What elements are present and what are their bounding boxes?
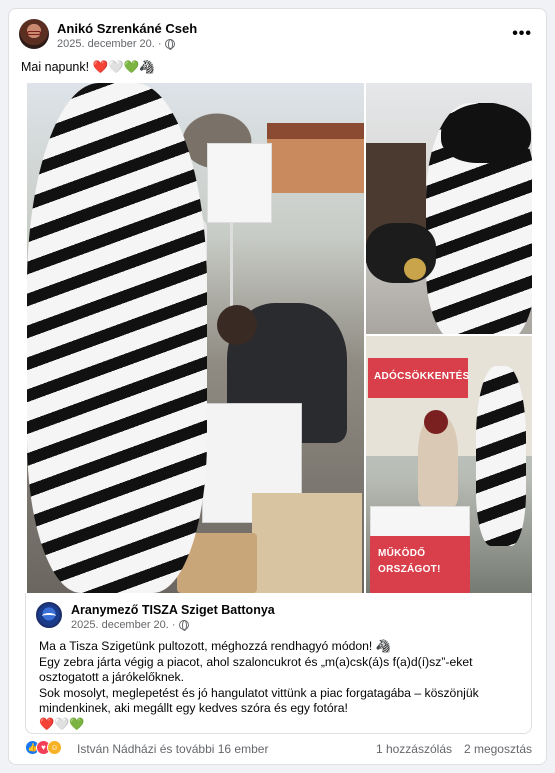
zebra-costume-br bbox=[476, 366, 526, 546]
post-card: Anikó Szrenkáné Cseh 2025. december 20. … bbox=[8, 8, 547, 765]
care-reaction-icon: ☺ bbox=[47, 740, 62, 755]
post-text: Mai napunk! ❤️🤍💚🦓 bbox=[21, 60, 155, 75]
zebra-head bbox=[441, 103, 531, 163]
post-meta: 2025. december 20. · bbox=[57, 38, 175, 50]
medal-shape bbox=[404, 258, 426, 280]
sign-mukodo: MŰKÖDŐ bbox=[378, 548, 426, 559]
comments-count[interactable]: 1 hozzászólás bbox=[376, 742, 452, 756]
shared-post[interactable]: Aranymező TISZA Sziget Battonya 2025. de… bbox=[25, 593, 532, 734]
bag-shape bbox=[366, 223, 436, 283]
photo-main[interactable] bbox=[27, 83, 364, 593]
white-sign bbox=[207, 143, 272, 223]
post-header: Anikó Szrenkáné Cseh 2025. december 20. … bbox=[19, 19, 536, 59]
author-name[interactable]: Anikó Szrenkáné Cseh bbox=[57, 21, 197, 36]
building-shape bbox=[267, 133, 364, 193]
shared-post-line: Sok mosolyt, meglepetést és jó hangulato… bbox=[39, 685, 479, 716]
reaction-names[interactable]: István Nádházi és további 16 ember bbox=[77, 742, 268, 756]
author-avatar[interactable] bbox=[19, 19, 49, 49]
shared-post-meta: 2025. december 20. · bbox=[71, 619, 189, 631]
post-text-emojis: ❤️🤍💚🦓 bbox=[92, 60, 155, 74]
shared-post-line: ❤️🤍💚 bbox=[39, 716, 85, 731]
shared-post-line: Ma a Tisza Szigetünk pultozott, méghozzá… bbox=[39, 639, 391, 653]
shared-post-date[interactable]: 2025. december 20. · bbox=[71, 619, 176, 631]
post-date[interactable]: 2025. december 20. · bbox=[57, 38, 162, 50]
photo-grid: ADÓCSÖKKENTÉS MŰKÖDŐ ORSZÁGOT! bbox=[27, 83, 532, 593]
reaction-icons[interactable]: 👍 ♥ ☺ bbox=[25, 740, 62, 755]
shared-post-line: Egy zebra járta végig a piacot, ahol sza… bbox=[39, 654, 473, 685]
zebra-costume bbox=[27, 83, 207, 593]
head-shape bbox=[217, 305, 257, 345]
sign-orszagot: ORSZÁGOT! bbox=[378, 564, 441, 575]
shares-count[interactable]: 2 megosztás bbox=[464, 742, 532, 756]
photo-bottom-right[interactable]: ADÓCSÖKKENTÉS MŰKÖDŐ ORSZÁGOT! bbox=[366, 336, 532, 593]
shared-post-body: Ma a Tisza Szigetünk pultozott, méghozzá… bbox=[39, 639, 521, 732]
box-shape bbox=[252, 493, 362, 593]
more-options-icon[interactable]: ••• bbox=[512, 25, 532, 43]
woman-head bbox=[424, 410, 448, 434]
roof-shape bbox=[267, 123, 364, 139]
post-text-content: Mai napunk! bbox=[21, 60, 90, 74]
page-name[interactable]: Aranymező TISZA Sziget Battonya bbox=[71, 603, 275, 617]
globe-icon bbox=[178, 620, 189, 631]
sign-adocsokkentes: ADÓCSÖKKENTÉS bbox=[374, 371, 470, 382]
page-avatar[interactable] bbox=[36, 602, 62, 628]
post-footer: 👍 ♥ ☺ István Nádházi és további 16 ember… bbox=[25, 740, 532, 760]
globe-icon bbox=[164, 39, 175, 50]
photo-top-right[interactable] bbox=[366, 83, 532, 334]
